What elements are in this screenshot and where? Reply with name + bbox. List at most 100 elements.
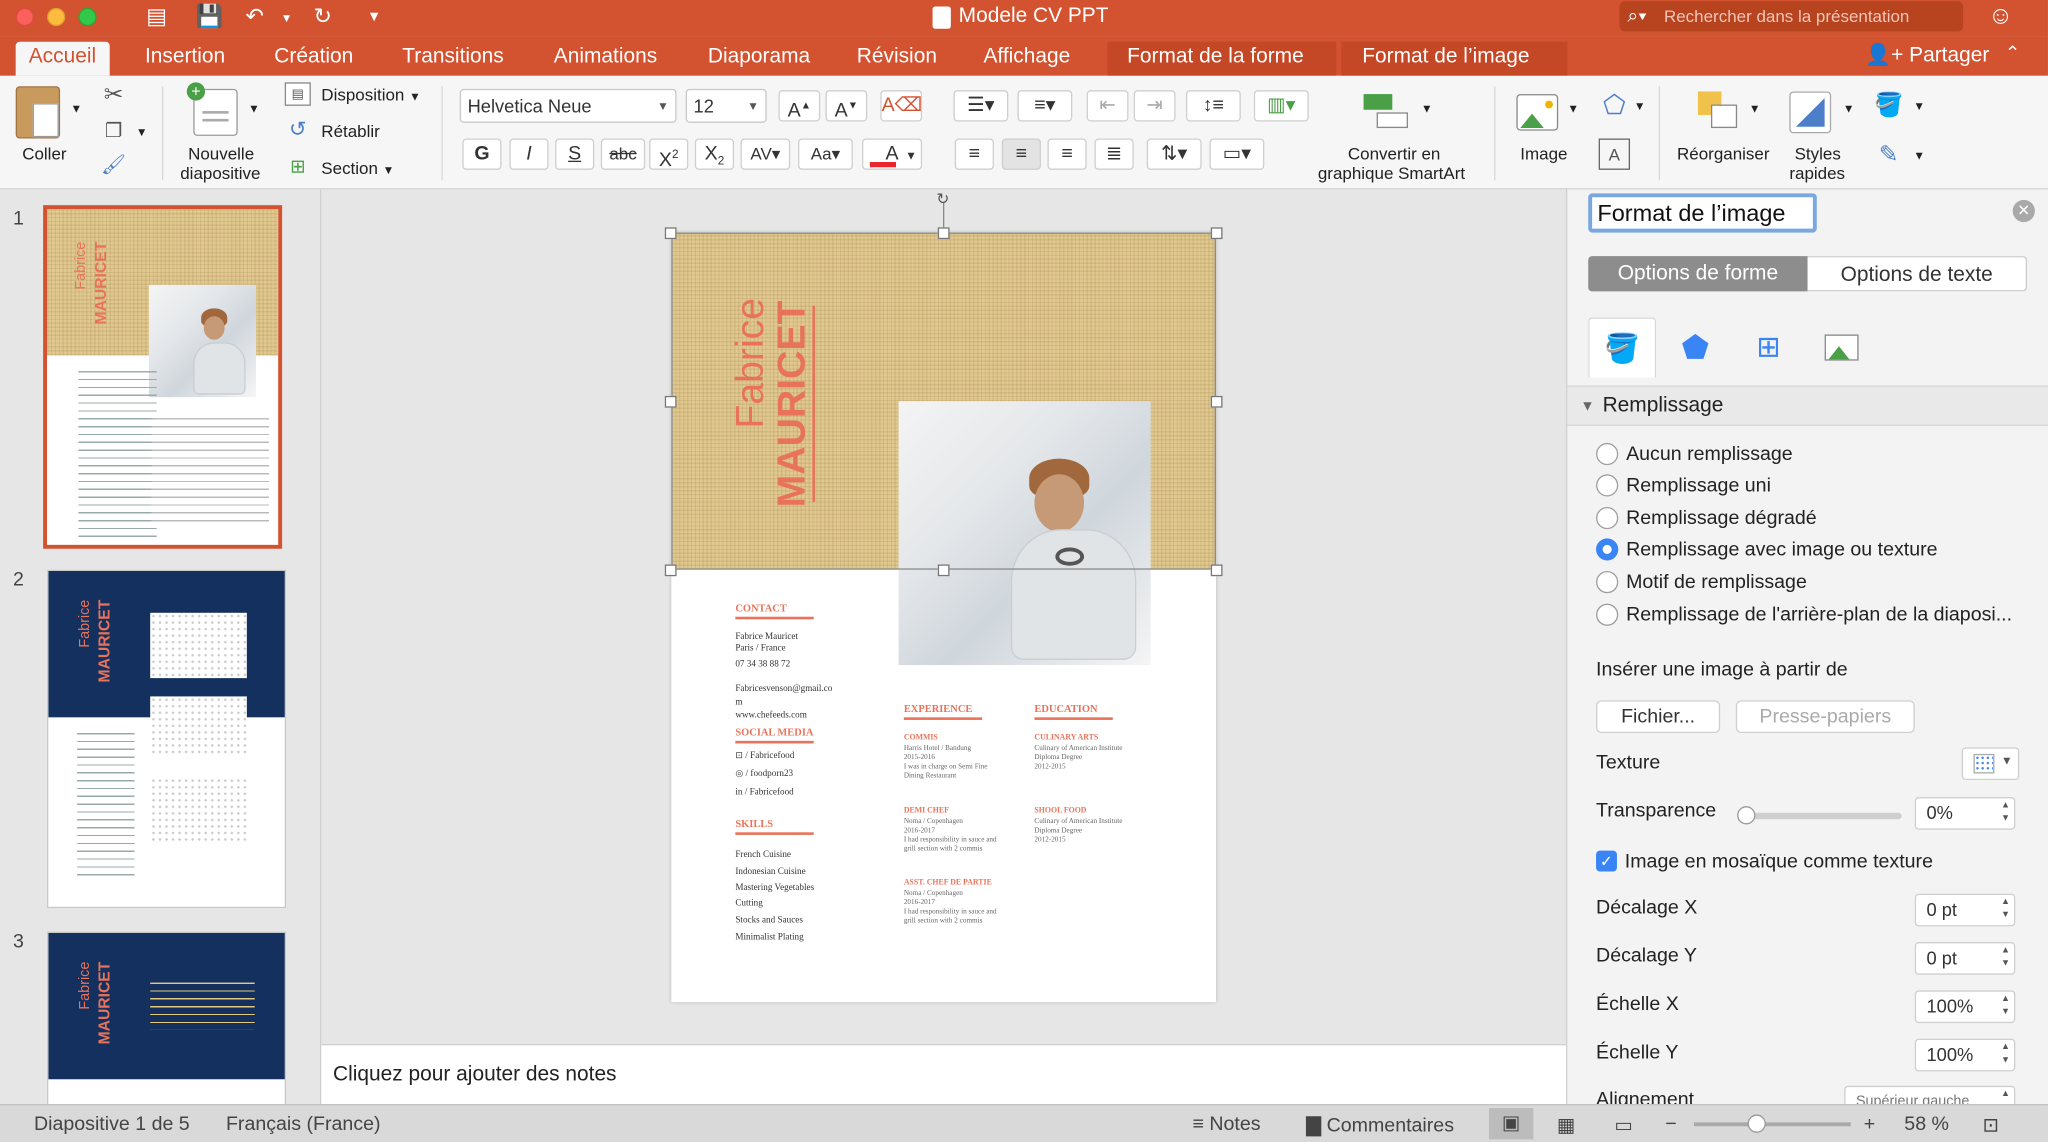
resize-handle[interactable] [937, 564, 950, 577]
shape-outline-icon[interactable]: ✎ [1873, 138, 1904, 169]
size-properties-tab[interactable]: ⊞ [1735, 318, 1803, 378]
underline-button[interactable]: S [555, 138, 595, 170]
slide-thumbnails-panel[interactable]: 1 Fabrice MAURICET 2 Fabrice MAURICET 3 [0, 189, 322, 1105]
zoom-slider-thumb[interactable] [1747, 1114, 1766, 1133]
font-name-dropdown[interactable]: Helvetica Neue ▼ [459, 88, 677, 123]
slide-thumbnail-3[interactable]: Fabrice MAURICET [47, 931, 287, 1105]
text-direction-button[interactable]: ⇅▾ [1146, 138, 1202, 170]
stepper-icon[interactable]: ▲ ▼ [2001, 896, 2010, 922]
close-panel-icon[interactable]: ✕ [2012, 199, 2035, 223]
customize-qat-icon[interactable]: ▼ [367, 9, 381, 25]
tile-checkbox[interactable]: ✓ [1596, 850, 1617, 872]
line-spacing-button[interactable]: ↕≡ [1185, 90, 1241, 122]
arrange-icon[interactable] [1697, 91, 1740, 130]
shrink-font-button[interactable]: A▼ [825, 90, 868, 122]
stepper-icon[interactable]: ▲ ▼ [2001, 945, 2010, 971]
change-case-button[interactable]: Aa▾ [798, 138, 853, 170]
paste-icon[interactable] [15, 86, 61, 139]
shapes-icon[interactable]: ⬠ [1599, 89, 1630, 120]
resize-handle[interactable] [1210, 227, 1223, 240]
italic-button[interactable]: I [509, 138, 549, 170]
justify-button[interactable]: ≣ [1094, 138, 1134, 170]
tab-affichage[interactable]: Affichage [970, 42, 1083, 76]
reading-view-icon[interactable]: ▭ [1614, 1113, 1633, 1137]
slide-thumbnail-2[interactable]: Fabrice MAURICET [47, 569, 287, 909]
zoom-in-icon[interactable]: + [1864, 1113, 1875, 1135]
zoom-level[interactable]: 58 % [1904, 1113, 1949, 1135]
resize-handle[interactable] [937, 227, 950, 240]
rotate-handle-icon[interactable]: ↻ [934, 189, 952, 207]
quick-styles-icon[interactable] [1789, 91, 1832, 134]
undo-dropdown-icon[interactable]: ▼ [281, 12, 293, 25]
slide-editor[interactable]: Fabrice MAURICET CONTACT Fabrice Maurice… [321, 189, 1567, 1044]
normal-view-icon[interactable]: ▣ [1488, 1107, 1534, 1140]
clear-formatting-icon[interactable]: A⌫ [880, 90, 922, 122]
section-icon[interactable]: ⊞ [285, 154, 311, 178]
section-button[interactable]: Section ▼ [321, 158, 394, 178]
notes-area[interactable]: Cliquez pour ajouter des notes [321, 1043, 1567, 1105]
strikethrough-button[interactable]: abc [600, 138, 646, 170]
stepper-icon[interactable]: ▲ ▼ [2001, 800, 2010, 826]
effects-tab[interactable]: ⬟ [1661, 318, 1729, 378]
scale-y-input[interactable]: 100% ▲ ▼ [1914, 1038, 2016, 1072]
picture-tab[interactable] [1808, 318, 1876, 378]
alignment-dropdown[interactable]: Supérieur gauche ▲▼ [1844, 1085, 2016, 1105]
notes-toggle[interactable]: ≡ Notes [1192, 1113, 1260, 1135]
fill-section-header[interactable]: ▼ Remplissage [1567, 385, 2048, 426]
slide-thumbnail-1[interactable]: Fabrice MAURICET [43, 205, 283, 549]
shape-fill-icon[interactable]: 🪣 [1873, 89, 1904, 120]
fit-to-window-icon[interactable]: ⊡ [1983, 1113, 1999, 1137]
align-center-button[interactable]: ≡ [1001, 138, 1041, 170]
comments-toggle[interactable]: ▇ Commentaires [1306, 1113, 1454, 1137]
zoom-slider[interactable] [1694, 1114, 1851, 1133]
font-size-dropdown[interactable]: 12 ▼ [685, 88, 767, 123]
redo-icon[interactable]: ↻ [313, 4, 332, 30]
collapse-ribbon-icon[interactable]: ⌃ [2005, 42, 2020, 64]
fill-line-tab[interactable]: 🪣 [1588, 317, 1657, 378]
increase-indent-button[interactable]: ⇥ [1133, 90, 1176, 122]
superscript-button[interactable]: X2 [649, 138, 689, 171]
tab-transitions[interactable]: Transitions [389, 42, 517, 76]
layout-button[interactable]: Disposition ▼ [321, 85, 420, 105]
undo-icon[interactable]: ↶ [246, 4, 265, 30]
format-painter-icon[interactable]: 🖌 [101, 152, 127, 178]
tab-format-image[interactable]: Format de l’image [1341, 41, 1568, 76]
language-status[interactable]: Français (France) [226, 1113, 381, 1135]
bullets-button[interactable]: ☰▾ [953, 90, 1009, 122]
radio-pattern-fill[interactable]: Motif de remplissage [1596, 568, 1807, 594]
tab-animations[interactable]: Animations [541, 42, 671, 76]
radio-no-fill[interactable]: Aucun remplissage [1596, 440, 1793, 466]
tab-accueil[interactable]: Accueil [15, 41, 110, 76]
resize-handle[interactable] [664, 564, 677, 577]
new-slide-dropdown-icon[interactable]: ▼ [248, 102, 260, 115]
font-color-button[interactable]: A ▼ [862, 138, 923, 170]
shape-fill-dropdown-icon[interactable]: ▼ [1913, 99, 1925, 112]
decrease-indent-button[interactable]: ⇤ [1086, 90, 1129, 122]
image-dropdown-icon[interactable]: ▼ [1567, 102, 1579, 115]
align-left-button[interactable]: ≡ [954, 138, 994, 170]
align-text-button[interactable]: ▭▾ [1209, 138, 1265, 170]
shape-outline-dropdown-icon[interactable]: ▼ [1913, 149, 1925, 162]
slider-thumb[interactable] [1737, 806, 1756, 825]
grow-font-button[interactable]: A▲ [778, 90, 821, 122]
resize-handle[interactable] [1210, 395, 1223, 408]
scale-x-input[interactable]: 100% ▲ ▼ [1914, 990, 2016, 1024]
cut-icon[interactable]: ✂ [101, 80, 127, 107]
smartart-icon[interactable] [1363, 94, 1411, 131]
align-right-button[interactable]: ≡ [1047, 138, 1087, 170]
slide-sorter-view-icon[interactable]: ▦ [1557, 1113, 1576, 1137]
resize-handle[interactable] [664, 395, 677, 408]
sidebar-toggle-icon[interactable]: ▤ [146, 4, 167, 30]
columns-button[interactable]: ▥▾ [1253, 90, 1309, 122]
radio-gradient-fill[interactable]: Remplissage dégradé [1596, 504, 1817, 530]
feedback-smiley-icon[interactable]: ☺ [1988, 3, 2013, 32]
subscript-button[interactable]: X2 [694, 138, 735, 170]
copy-icon[interactable]: ❐ [101, 118, 127, 144]
search-input[interactable]: ⌕▾ Rechercher dans la présentation [1619, 1, 1964, 32]
close-window-button[interactable] [15, 7, 34, 27]
stepper-icon[interactable]: ▲ ▼ [2001, 1041, 2010, 1067]
copy-dropdown-icon[interactable]: ▼ [136, 125, 148, 138]
minimize-window-button[interactable] [47, 7, 66, 27]
zoom-out-icon[interactable]: − [1665, 1113, 1676, 1135]
resize-handle[interactable] [664, 227, 677, 240]
